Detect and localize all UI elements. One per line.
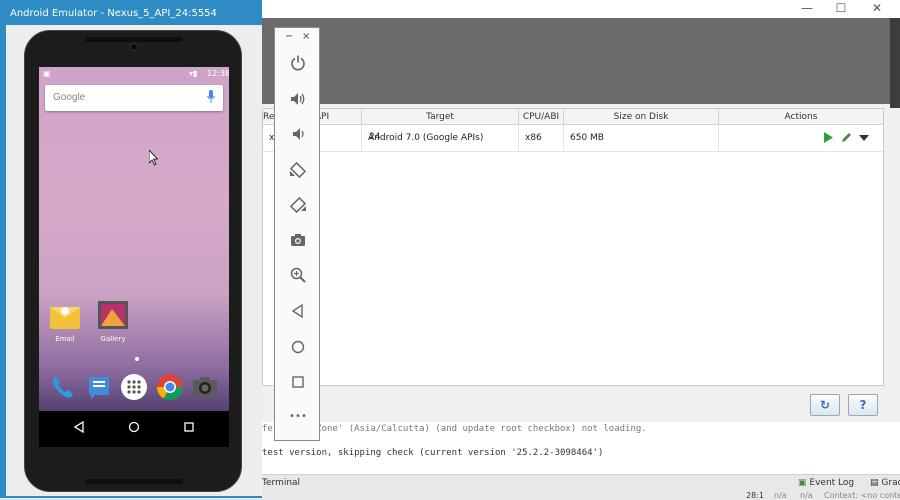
event-log-label: Event Log (809, 478, 855, 488)
cell-api[interactable]: 24 (369, 124, 380, 151)
google-logo: Google (53, 92, 86, 103)
column-header-target[interactable]: Target (362, 109, 519, 125)
app-label-email: Email (55, 335, 75, 343)
side-strip (890, 18, 900, 108)
toolbar-minimize-button[interactable]: − (285, 31, 293, 42)
power-icon[interactable] (285, 50, 311, 76)
minimize-button[interactable]: — (790, 0, 824, 16)
messages-icon[interactable] (85, 373, 113, 401)
status-na: n/a (800, 491, 813, 500)
signal-icon: ▾▮ (189, 69, 198, 78)
terminal-tab[interactable]: Terminal (262, 478, 300, 488)
toolbar-close-button[interactable]: × (302, 31, 310, 42)
rotate-right-icon[interactable] (285, 192, 311, 218)
gradle-label: Grad (881, 478, 900, 488)
emulator-title: Android Emulator - Nexus_5_API_24:5554 (10, 8, 217, 19)
email-icon (50, 307, 80, 329)
bottom-speaker (85, 479, 183, 484)
rotate-left-icon[interactable] (285, 157, 311, 183)
gradle-tab[interactable]: ▤ Grad (870, 478, 900, 488)
page-indicator (135, 357, 139, 361)
refresh-button[interactable]: ↻ (810, 394, 840, 416)
android-nav-bar (39, 411, 229, 447)
home-icon[interactable] (126, 421, 142, 437)
phone-frame: ▣ ▾▮ 12:38 Google Email Gallery (24, 30, 242, 492)
gallery-icon (98, 301, 128, 329)
chrome-icon[interactable] (156, 373, 184, 401)
avd-bottom-bar: ↻ ? (262, 386, 900, 422)
back-icon[interactable] (285, 298, 311, 324)
clock: 12:38 (207, 69, 229, 78)
app-label-gallery: Gallery (100, 335, 126, 343)
gradle-icon: ▤ (870, 478, 879, 488)
column-header-actions[interactable]: Actions (719, 109, 883, 125)
more-icon[interactable]: ••• (285, 404, 311, 430)
front-camera (130, 43, 138, 51)
volume-up-icon[interactable] (285, 86, 311, 112)
edit-avd-icon[interactable] (841, 132, 852, 146)
event-log-icon: ▣ (798, 478, 807, 488)
launch-avd-icon[interactable] (823, 132, 833, 146)
event-log-tab[interactable]: ▣ Event Log (798, 478, 854, 488)
camera-icon[interactable] (191, 373, 219, 401)
cell-size[interactable]: 650 MB (564, 125, 719, 152)
avd-table: Res API Target CPU/ABI Size on Disk Acti… (262, 108, 884, 386)
app-email[interactable]: Email (45, 303, 85, 343)
screenshot-icon[interactable] (285, 227, 311, 253)
app-drawer-icon[interactable] (120, 373, 148, 401)
home-icon[interactable] (285, 334, 311, 360)
mouse-cursor-icon (149, 150, 159, 166)
help-button[interactable]: ? (848, 394, 878, 416)
maximize-button[interactable]: ☐ (824, 0, 858, 16)
more-actions-chevron-icon[interactable] (859, 132, 869, 146)
overview-icon[interactable] (285, 369, 311, 395)
emulator-body: ▣ ▾▮ 12:38 Google Email Gallery (6, 25, 262, 496)
android-status-bar: ▣ ▾▮ 12:38 (39, 67, 229, 81)
dock (39, 367, 229, 411)
recents-icon[interactable] (181, 421, 197, 437)
log-line: test version, skipping check (current ve… (262, 448, 604, 458)
volume-down-icon[interactable] (285, 121, 311, 147)
phone-screen[interactable]: ▣ ▾▮ 12:38 Google Email Gallery (39, 67, 229, 447)
cell-cpu-abi[interactable]: x86 (519, 125, 564, 152)
close-button[interactable]: ✕ (860, 0, 894, 16)
google-search-bar[interactable]: Google (45, 85, 223, 111)
context-indicator: Context: <no context> (824, 491, 900, 500)
phone-icon[interactable] (49, 373, 77, 401)
zoom-icon[interactable] (285, 262, 311, 288)
top-speaker (85, 37, 183, 42)
cell-target[interactable]: Android 7.0 (Google APIs) (362, 125, 519, 152)
column-header-cpu-abi[interactable]: CPU/ABI (519, 109, 564, 125)
app-gallery[interactable]: Gallery (93, 301, 133, 343)
emulator-window: Android Emulator - Nexus_5_API_24:5554 ▣… (0, 0, 262, 498)
column-header-size[interactable]: Size on Disk (564, 109, 719, 125)
status-na: n/a (774, 491, 787, 500)
cursor-position: 28:1 (746, 491, 764, 500)
notification-icon: ▣ (43, 69, 51, 78)
mic-icon[interactable] (207, 90, 215, 104)
avd-header-band (262, 18, 900, 104)
back-icon[interactable] (71, 420, 87, 437)
emulator-toolbar: − × ••• (274, 27, 320, 441)
